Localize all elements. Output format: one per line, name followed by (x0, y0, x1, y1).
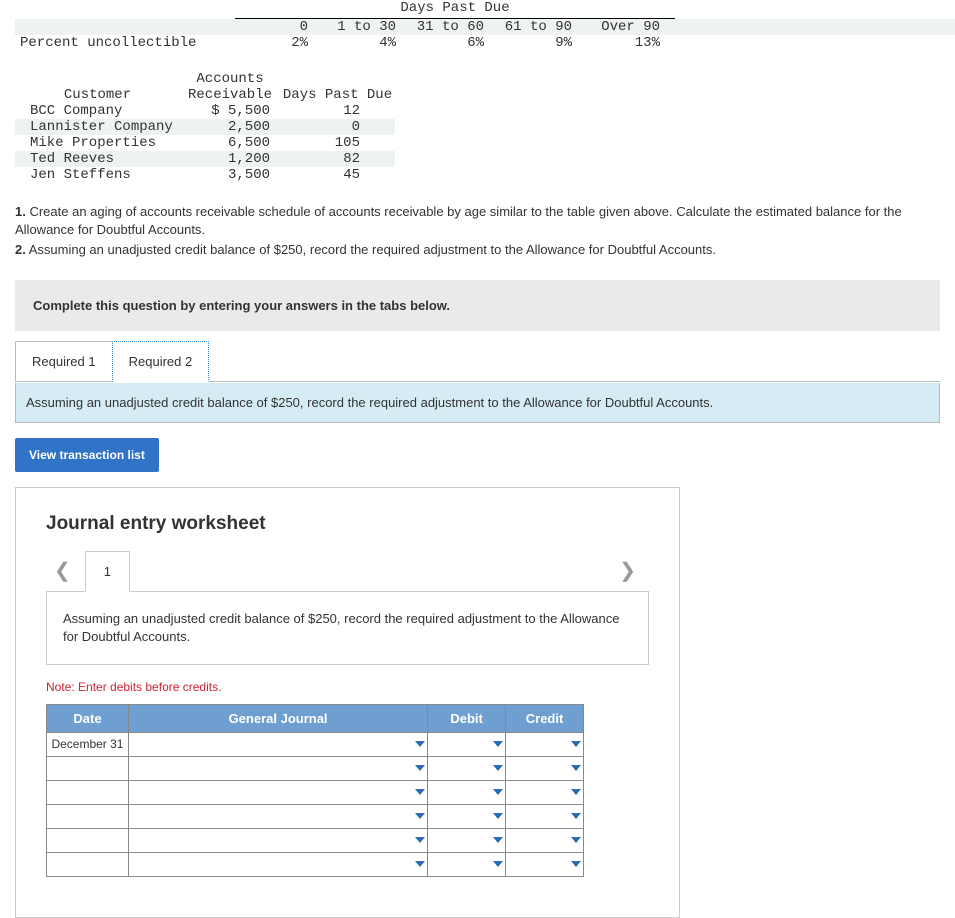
aging-val-4: 13% (587, 35, 675, 51)
jtable-head-debit: Debit (428, 704, 506, 732)
dropdown-arrow-icon (571, 789, 581, 795)
cust-head-days: Days Past Due (280, 87, 395, 103)
jtable-gj-cell[interactable] (128, 732, 427, 756)
jtable-debit-cell[interactable] (428, 828, 506, 852)
journal-table: Date General Journal Debit Credit Decemb… (46, 704, 584, 877)
jtable-date-cell[interactable] (47, 828, 129, 852)
cust-name: BCC Company (15, 103, 180, 119)
worksheet-next-arrow[interactable]: ❯ (611, 558, 644, 583)
q2-num: 2. (15, 242, 26, 257)
dropdown-arrow-icon (493, 765, 503, 771)
prompt-bar: Assuming an unadjusted credit balance of… (15, 383, 940, 423)
jtable-head-date: Date (47, 704, 129, 732)
aging-col-4: Over 90 (587, 19, 675, 35)
aging-header-title: Days Past Due (235, 0, 675, 19)
jtable-debit-cell[interactable] (428, 732, 506, 756)
q1-num: 1. (15, 204, 26, 219)
jtable-date-cell[interactable] (47, 780, 129, 804)
aging-col-0: 0 (235, 19, 323, 35)
jtable-debit-cell[interactable] (428, 804, 506, 828)
question-list: 1. Create an aging of accounts receivabl… (15, 203, 940, 260)
aging-val-0: 2% (235, 35, 323, 51)
jtable-gj-cell[interactable] (128, 804, 427, 828)
cust-ar: 1,200 (180, 151, 280, 167)
worksheet-page-tab[interactable]: 1 (85, 551, 130, 592)
jtable-credit-cell[interactable] (506, 780, 584, 804)
worksheet-note: Note: Enter debits before credits. (46, 680, 649, 694)
cust-name: Lannister Company (15, 119, 180, 135)
jtable-date-cell[interactable] (47, 804, 129, 828)
cust-head-ar-2: Receivable (180, 87, 280, 103)
cust-days: 105 (280, 135, 395, 151)
dropdown-arrow-icon (571, 813, 581, 819)
jtable-debit-cell[interactable] (428, 852, 506, 876)
cust-name: Ted Reeves (15, 151, 180, 167)
cust-days: 0 (280, 119, 395, 135)
jtable-debit-cell[interactable] (428, 780, 506, 804)
dropdown-arrow-icon (493, 813, 503, 819)
dropdown-arrow-icon (571, 837, 581, 843)
journal-worksheet: Journal entry worksheet ❮ 1 ❯ Assuming a… (15, 487, 680, 918)
worksheet-prompt: Assuming an unadjusted credit balance of… (46, 592, 649, 665)
jtable-date-cell[interactable] (47, 852, 129, 876)
jtable-head-gj: General Journal (128, 704, 427, 732)
jtable-credit-cell[interactable] (506, 852, 584, 876)
aging-table: Days Past Due 0 1 to 30 31 to 60 61 to 9… (15, 0, 955, 51)
aging-val-3: 9% (499, 35, 587, 51)
cust-days: 82 (280, 151, 395, 167)
jtable-credit-cell[interactable] (506, 828, 584, 852)
jtable-gj-cell[interactable] (128, 780, 427, 804)
dropdown-arrow-icon (415, 789, 425, 795)
q2-text: Assuming an unadjusted credit balance of… (26, 242, 716, 257)
dropdown-arrow-icon (493, 789, 503, 795)
cust-name: Mike Properties (15, 135, 180, 151)
cust-head-ar-1: Accounts (180, 71, 280, 87)
cust-ar: 6,500 (180, 135, 280, 151)
dropdown-arrow-icon (415, 741, 425, 747)
jtable-gj-cell[interactable] (128, 828, 427, 852)
jtable-credit-cell[interactable] (506, 804, 584, 828)
jtable-credit-cell[interactable] (506, 756, 584, 780)
jtable-gj-cell[interactable] (128, 852, 427, 876)
cust-ar: $ 5,500 (180, 103, 280, 119)
jtable-head-credit: Credit (506, 704, 584, 732)
tab-required-2[interactable]: Required 2 (112, 341, 210, 382)
tab-bar: Required 1 Required 2 (15, 341, 940, 382)
q1-text: Create an aging of accounts receivable s… (15, 204, 902, 237)
dropdown-arrow-icon (571, 765, 581, 771)
instruction-box: Complete this question by entering your … (15, 280, 940, 331)
dropdown-arrow-icon (493, 741, 503, 747)
jtable-debit-cell[interactable] (428, 756, 506, 780)
dropdown-arrow-icon (571, 741, 581, 747)
cust-ar: 3,500 (180, 167, 280, 183)
cust-days: 45 (280, 167, 395, 183)
jtable-date-cell[interactable] (47, 756, 129, 780)
aging-row-label: Percent uncollectible (15, 35, 235, 51)
cust-name: Jen Steffens (15, 167, 180, 183)
jtable-date-cell[interactable]: December 31 (47, 732, 129, 756)
customer-table: Accounts Customer Receivable Days Past D… (15, 71, 395, 183)
dropdown-arrow-icon (415, 861, 425, 867)
aging-col-1: 1 to 30 (323, 19, 411, 35)
dropdown-arrow-icon (493, 861, 503, 867)
cust-ar: 2,500 (180, 119, 280, 135)
view-transaction-list-button[interactable]: View transaction list (15, 438, 159, 472)
dropdown-arrow-icon (415, 813, 425, 819)
aging-col-2: 31 to 60 (411, 19, 499, 35)
dropdown-arrow-icon (571, 861, 581, 867)
jtable-credit-cell[interactable] (506, 732, 584, 756)
worksheet-prev-arrow[interactable]: ❮ (46, 558, 79, 583)
cust-head-customer: Customer (15, 87, 180, 103)
worksheet-title: Journal entry worksheet (46, 513, 649, 535)
aging-col-3: 61 to 90 (499, 19, 587, 35)
dropdown-arrow-icon (415, 765, 425, 771)
dropdown-arrow-icon (493, 837, 503, 843)
jtable-gj-cell[interactable] (128, 756, 427, 780)
cust-days: 12 (280, 103, 395, 119)
tab-required-1[interactable]: Required 1 (15, 341, 113, 382)
aging-val-2: 6% (411, 35, 499, 51)
dropdown-arrow-icon (415, 837, 425, 843)
aging-val-1: 4% (323, 35, 411, 51)
